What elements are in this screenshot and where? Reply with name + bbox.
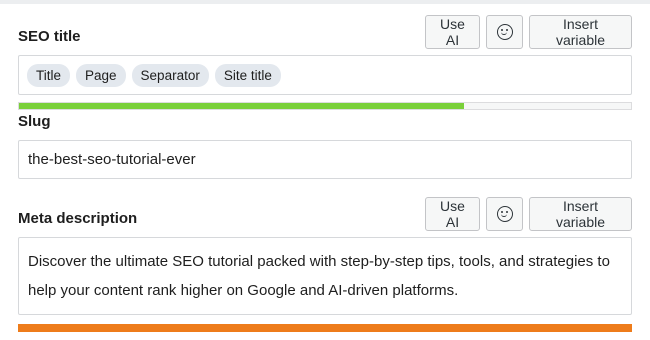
seo-title-header: SEO title Use AI Insert variable [18, 15, 632, 51]
meta-description-label: Meta description [18, 210, 138, 227]
seo-title-input[interactable]: Title Page Separator Site title [18, 55, 632, 95]
seo-title-use-ai-button[interactable]: Use AI [425, 15, 480, 49]
seo-title-emoji-button[interactable] [486, 15, 523, 49]
seo-title-section: SEO title Use AI Insert variable Title P… [18, 15, 632, 110]
meta-description-actions: Use AI Insert variable [425, 197, 632, 231]
meta-description-input[interactable]: Discover the ultimate SEO tutorial packe… [18, 237, 632, 315]
meta-description-insert-variable-button[interactable]: Insert variable [529, 197, 632, 231]
top-divider [0, 0, 650, 4]
smiley-icon [496, 24, 513, 40]
variable-chip-title[interactable]: Title [27, 63, 71, 87]
meta-description-progress-fill [18, 324, 632, 332]
meta-description-header: Meta description Use AI Insert variable [18, 197, 632, 233]
seo-title-label: SEO title [18, 28, 81, 45]
slug-input[interactable]: the-best-seo-tutorial-ever [18, 140, 632, 179]
slug-header: Slug [18, 108, 632, 136]
smiley-icon [496, 206, 513, 222]
meta-description-emoji-button[interactable] [486, 197, 523, 231]
meta-description-use-ai-button[interactable]: Use AI [425, 197, 480, 231]
seo-title-actions: Use AI Insert variable [425, 15, 632, 49]
variable-chip-page[interactable]: Page [76, 63, 126, 87]
meta-description-section: Meta description Use AI Insert variable … [18, 197, 632, 332]
seo-title-insert-variable-button[interactable]: Insert variable [529, 15, 632, 49]
slug-label: Slug [18, 113, 51, 130]
meta-description-progress-bar [18, 324, 632, 332]
variable-chip-separator[interactable]: Separator [131, 63, 209, 87]
slug-section: Slug the-best-seo-tutorial-ever [18, 108, 632, 179]
variable-chip-site-title[interactable]: Site title [214, 63, 281, 87]
